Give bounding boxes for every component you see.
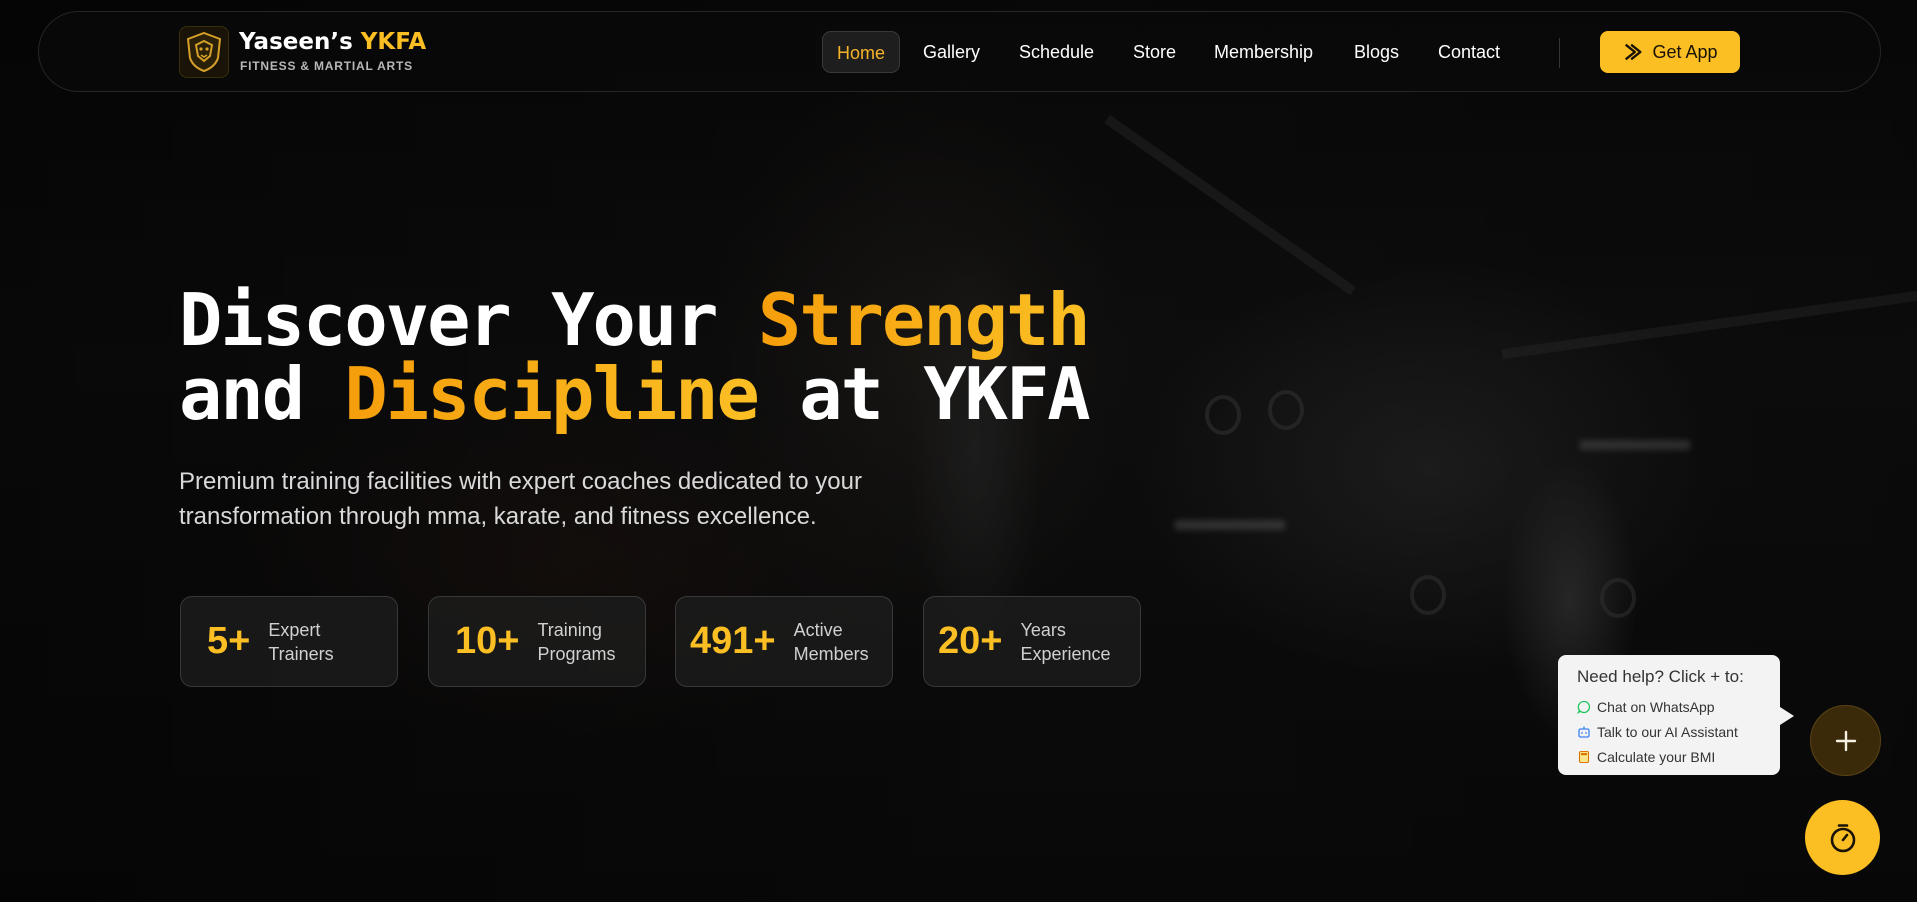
lion-crest-logo-icon (186, 31, 222, 73)
plus-icon (1835, 730, 1856, 751)
nav-store[interactable]: Store (1133, 31, 1176, 73)
stat-value: 491+ (690, 620, 776, 662)
stat-value: 20+ (938, 620, 1003, 662)
hero-title-highlight: Strength (757, 278, 1091, 362)
help-item-label: Chat on WhatsApp (1597, 698, 1715, 715)
hero-title-part: Discover Your (179, 278, 758, 362)
stat-label: Training Programs (537, 619, 616, 664)
stat-label: Active Members (793, 619, 869, 664)
hero-description: Premium training facilities with expert … (179, 468, 862, 530)
nav-membership[interactable]: Membership (1214, 31, 1313, 73)
hero-title: Discover Your Strength and Discipline at… (179, 283, 1091, 431)
timer-icon (1830, 823, 1855, 852)
stat-card-programs: 10+ Training Programs (428, 596, 646, 687)
calculator-icon (1578, 750, 1590, 763)
nav-home[interactable]: Home (822, 31, 901, 73)
whatsapp-icon (1577, 700, 1591, 714)
help-item-whatsapp[interactable]: Chat on WhatsApp (1577, 694, 1780, 719)
stat-card-members: 491+ Active Members (675, 596, 893, 687)
get-app-label: Get App (1652, 41, 1718, 62)
help-plus-button[interactable] (1810, 705, 1881, 776)
help-item-bmi[interactable]: Calculate your BMI (1577, 744, 1780, 769)
nav-schedule[interactable]: Schedule (1019, 31, 1094, 73)
stat-label: Expert Trainers (268, 619, 334, 664)
nav-blogs[interactable]: Blogs (1354, 31, 1399, 73)
nav-gallery[interactable]: Gallery (923, 31, 980, 73)
brand-name-accent: YKFA (360, 29, 427, 55)
nav-divider (1559, 38, 1560, 68)
stat-card-experience: 20+ Years Experience (923, 596, 1141, 687)
help-item-label: Calculate your BMI (1597, 748, 1716, 765)
hero-title-part: and (179, 352, 345, 436)
brand-name-main: Yaseen’s (239, 29, 353, 55)
hero-title-part: at YKFA (757, 352, 1090, 436)
brand-name[interactable]: Yaseen’s YKFA (239, 29, 426, 55)
help-tooltip: Need help? Click + to: Chat on WhatsApp … (1558, 655, 1794, 775)
help-title: Need help? Click + to: (1577, 667, 1744, 686)
get-app-button[interactable]: Get App (1600, 31, 1740, 73)
brand-tagline: FITNESS & MARTIAL ARTS (240, 59, 413, 73)
chevron-arrow-icon (1625, 43, 1642, 61)
brand-logo[interactable] (179, 26, 229, 78)
bot-icon (1578, 726, 1590, 738)
stat-value: 5+ (207, 620, 251, 662)
nav-contact[interactable]: Contact (1438, 31, 1500, 73)
stat-card-trainers: 5+ Expert Trainers (180, 596, 398, 687)
hero-title-highlight: Discipline (344, 352, 759, 436)
help-item-ai-assistant[interactable]: Talk to our AI Assistant (1577, 719, 1780, 744)
stat-value: 10+ (455, 620, 520, 662)
help-item-label: Talk to our AI Assistant (1597, 723, 1738, 740)
timer-button[interactable] (1805, 800, 1880, 875)
stat-label: Years Experience (1020, 619, 1111, 664)
